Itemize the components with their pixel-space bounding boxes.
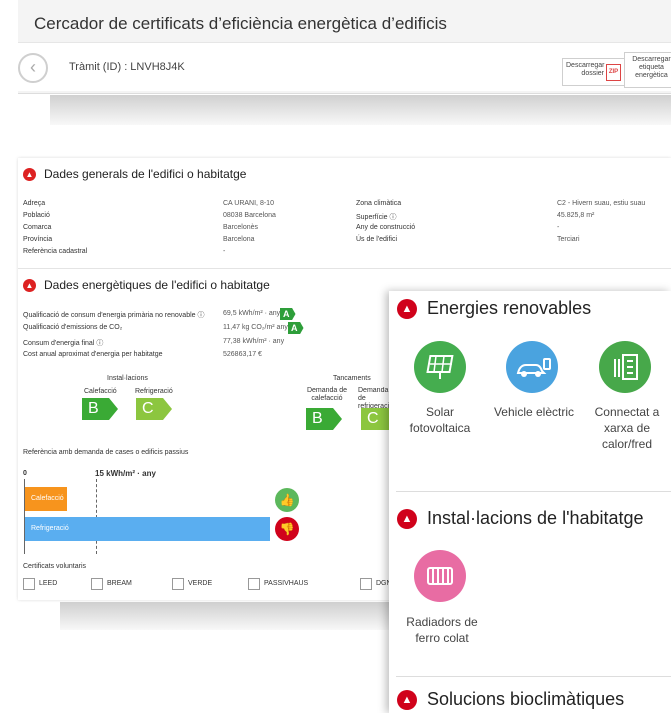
- renewables-section-header[interactable]: ▲ Energies renovables: [397, 298, 592, 320]
- checkbox-bream[interactable]: [91, 578, 103, 590]
- thumbs-down-icon: 👎: [275, 517, 299, 541]
- energetic-label-cost: Cost anual aproximat d'energia per habit…: [23, 351, 163, 358]
- checkbox-leed[interactable]: [23, 578, 35, 590]
- energetic-value-primary: 69,5 kWh/m² · any: [223, 310, 281, 317]
- checkbox-passivhaus-label: PASSIVHAUS: [264, 580, 309, 587]
- tramit-id: Tràmit (ID) : LNVH8J4K: [69, 61, 185, 73]
- general-value-province: Barcelona: [223, 236, 255, 243]
- installations-heading: Instal·lacions: [107, 375, 148, 382]
- cooling-bar-label: Refrigeració: [31, 525, 69, 532]
- checkbox-passivhaus[interactable]: [248, 578, 260, 590]
- district-heating-icon: [599, 341, 651, 393]
- chevron-up-icon: ▲: [23, 279, 36, 293]
- solar-label: Solar fotovoltaica: [409, 405, 471, 435]
- installations-section-header[interactable]: ▲ Instal·lacions de l'habitatge: [397, 508, 644, 530]
- divider: [396, 676, 671, 677]
- general-value-cadastral: -: [223, 248, 226, 255]
- energetic-value-cost: 526863,17 €: [223, 351, 262, 358]
- solar-panel-icon: [414, 341, 466, 393]
- ev-label: Vehicle elèctric: [493, 405, 575, 419]
- voluntary-title: Certificats voluntaris: [23, 563, 87, 570]
- checkbox-verde[interactable]: [172, 578, 184, 590]
- general-label-year: Any de construcció: [356, 224, 416, 231]
- chevron-up-icon: ▲: [397, 509, 417, 530]
- page-title: Cercador de certificats d’eficiència ene…: [34, 14, 447, 33]
- download-label-line-3: energètica: [635, 72, 668, 79]
- energetic-section-title: Dades energètiques de l'edifici o habita…: [44, 278, 270, 292]
- header-shadow: [50, 95, 671, 125]
- general-section-header[interactable]: ▲ Dades generals de l'edifici o habitatge: [23, 167, 247, 182]
- axis-zero: 0: [23, 470, 27, 477]
- checkbox-dgn[interactable]: [360, 578, 372, 590]
- energetic-value-final: 77,38 kWh/m² · any: [223, 338, 285, 345]
- divider: [18, 268, 671, 269]
- download-dossier-button[interactable]: Descarregar dossier ZIP: [562, 58, 625, 86]
- energetic-label-primary: Qualificació de consum d'energia primàri…: [23, 312, 205, 319]
- chevron-up-icon: ▲: [397, 299, 417, 320]
- general-value-surface: 45.825,8 m²: [557, 212, 595, 219]
- reference-value: 15 kWh/m² · any: [95, 469, 156, 478]
- chevron-up-icon: ▲: [23, 168, 36, 182]
- thumbs-up-icon: 👍: [275, 488, 299, 512]
- general-value-address: CA URANI, 8-10: [223, 200, 274, 207]
- divider: [396, 491, 671, 492]
- demand-heating-label: Demanda de calefacció: [306, 387, 348, 402]
- general-label-surface: Superfície ⓘ: [356, 214, 397, 221]
- info-icon[interactable]: ⓘ: [96, 340, 103, 347]
- cooling-label: Refrigeració: [135, 388, 173, 395]
- checkbox-verde-label: VERDE: [188, 580, 213, 587]
- info-icon[interactable]: ⓘ: [198, 312, 205, 319]
- bioclimatic-section-header[interactable]: ▲ Solucions bioclimàtiques: [397, 689, 625, 711]
- general-value-year: -: [557, 224, 560, 231]
- general-label-climate: Zona climàtica: [356, 200, 402, 207]
- checkbox-leed-label: LEED: [39, 580, 58, 587]
- general-label-county: Comarca: [23, 224, 52, 231]
- heating-label: Calefacció: [84, 388, 117, 395]
- radiator-icon: [414, 550, 466, 602]
- download-label-line-1: Descarregar: [632, 56, 671, 63]
- general-label-cadastral: Referència cadastral: [23, 248, 88, 255]
- general-label-address: Adreça: [23, 200, 46, 207]
- download-label-button[interactable]: Descarregar etiqueta energètica: [624, 52, 671, 88]
- installations-title: Instal·lacions de l'habitatge: [427, 508, 644, 528]
- back-button[interactable]: ‹: [18, 53, 48, 83]
- download-label-line-2: etiqueta: [639, 64, 664, 71]
- general-label-use: Ús de l'edifici: [356, 236, 398, 243]
- energetic-label-final: Consum d'energia final ⓘ: [23, 340, 104, 347]
- info-icon[interactable]: ⓘ: [389, 214, 396, 221]
- download-dossier-label: Descarregar dossier: [566, 62, 605, 77]
- bioclimatic-title: Solucions bioclimàtiques: [427, 689, 625, 709]
- energetic-section-header[interactable]: ▲ Dades energètiques de l'edifici o habit…: [23, 278, 270, 293]
- checkbox-bream-label: BREAM: [107, 580, 132, 587]
- general-label-province: Província: [23, 236, 53, 243]
- zip-file-icon: ZIP: [606, 64, 621, 81]
- energetic-value-emissions: 11,47 kg CO₂/m² any: [223, 324, 288, 331]
- general-label-town: Població: [23, 212, 50, 219]
- energetic-label-emissions: Qualificació d'emissions de CO₂: [23, 324, 123, 331]
- radiator-label: Radiadors de ferro colat: [406, 615, 478, 645]
- general-value-county: Barcelonès: [223, 224, 259, 231]
- general-value-climate: C2 - Hivern suau, estiu suau: [557, 200, 646, 207]
- chevron-up-icon: ▲: [397, 690, 417, 711]
- network-label: Connectat a xarxa de calor/fred: [594, 405, 660, 451]
- heating-bar-label: Calefacció: [31, 495, 64, 502]
- general-section-title: Dades generals de l'edifici o habitatge: [44, 167, 247, 181]
- chevron-left-icon: ‹: [30, 57, 36, 77]
- reference-title: Referència amb demanda de cases o edific…: [23, 449, 189, 456]
- electric-car-icon: [506, 341, 558, 393]
- demand-cooling-grade: C: [361, 408, 389, 430]
- enclosures-heading: Tancaments: [333, 375, 371, 382]
- renewables-title: Energies renovables: [427, 298, 592, 318]
- general-value-town: 08038 Barcelona: [223, 212, 276, 219]
- general-value-use: Terciari: [557, 236, 580, 243]
